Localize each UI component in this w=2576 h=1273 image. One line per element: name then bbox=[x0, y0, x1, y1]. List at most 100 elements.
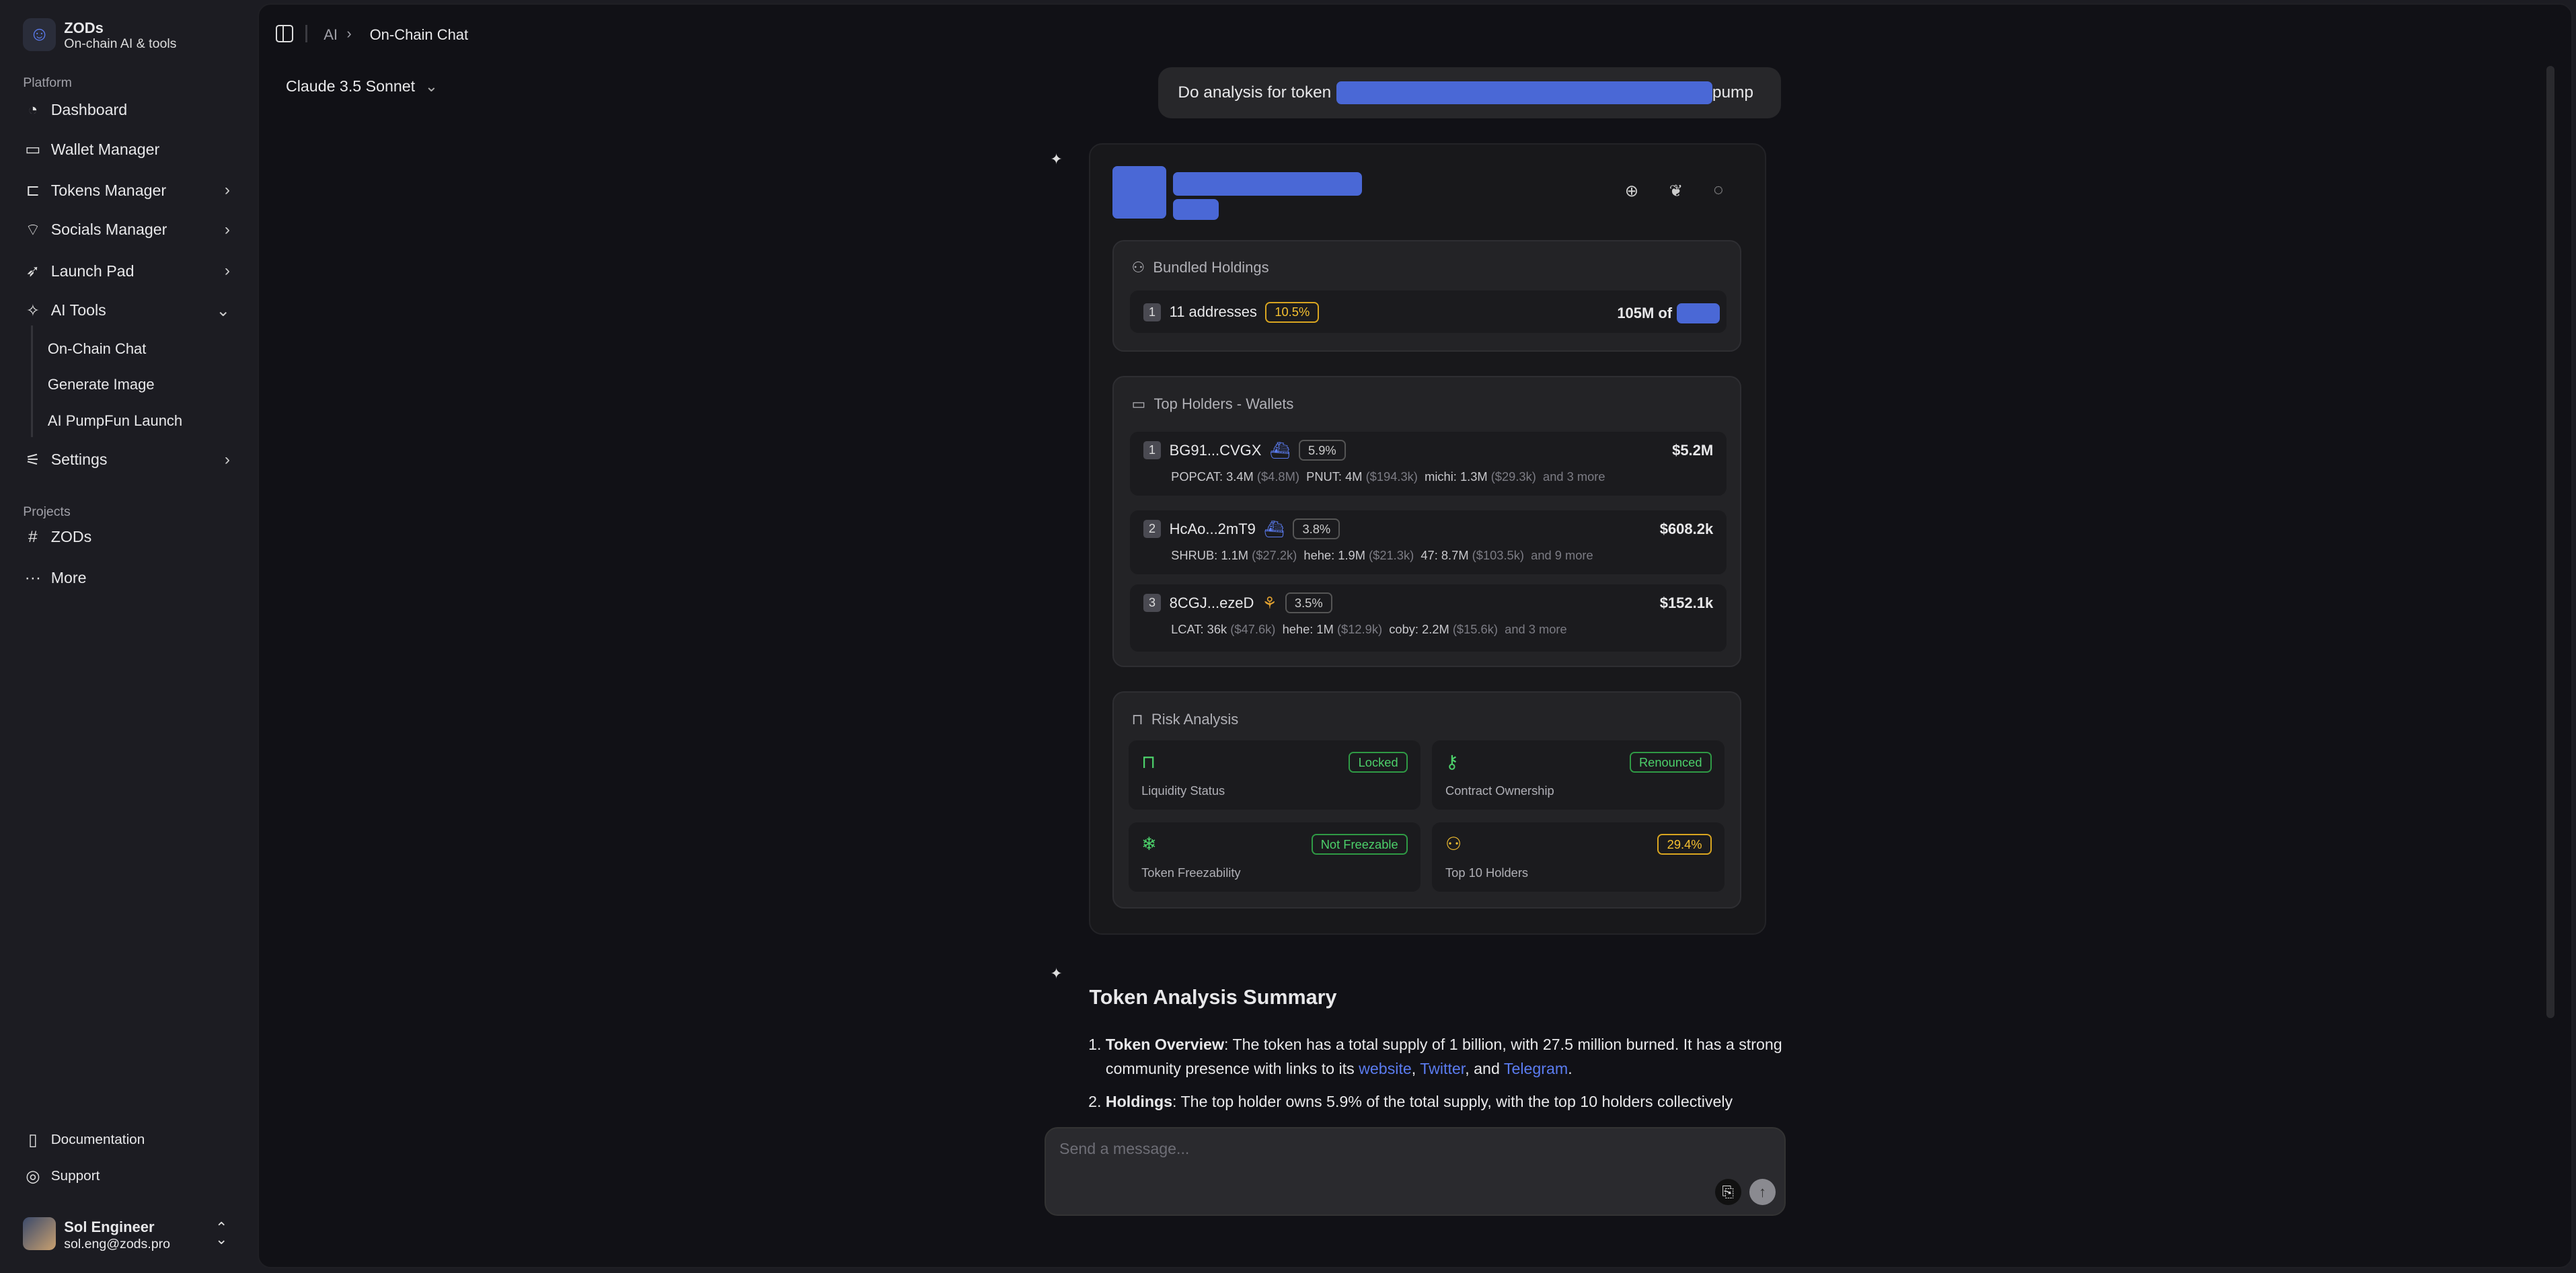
brand-tagline: On-chain AI & tools bbox=[64, 36, 177, 51]
chevron-down-icon: ⌄ bbox=[216, 301, 230, 320]
sidebar-item-tokens-manager[interactable]: ⊏ Tokens Manager › bbox=[23, 174, 233, 207]
token-amount: 47: 8.7M bbox=[1420, 548, 1469, 563]
sidebar-item-dashboard[interactable]: ◔ Dashboard bbox=[23, 93, 233, 126]
users-icon: ⚇ bbox=[1131, 259, 1145, 276]
token-name-redacted bbox=[1173, 172, 1362, 196]
sidebar-item-wallet-manager[interactable]: ▭ Wallet Manager bbox=[23, 133, 233, 166]
risk-analysis-panel: ⊓ Risk Analysis ⊓ Locked Liquidity Status… bbox=[1112, 691, 1742, 909]
submenu-line bbox=[31, 325, 33, 437]
status-badge: 29.4% bbox=[1657, 834, 1712, 855]
scrollbar[interactable] bbox=[2546, 65, 2555, 1019]
website-link[interactable]: website bbox=[1359, 1060, 1412, 1077]
holder-value: $5.2M bbox=[1672, 441, 1714, 459]
project-zods[interactable]: # ZODs bbox=[23, 520, 233, 553]
sidebar-documentation[interactable]: ▯ Documentation bbox=[23, 1124, 233, 1157]
sidebar-item-ai-tools[interactable]: ✧ AI Tools ⌄ bbox=[23, 294, 233, 327]
token-holding: LCAT: 36k ($47.6k) bbox=[1171, 622, 1275, 636]
token-value: ($103.5k) bbox=[1472, 548, 1524, 563]
wallet-icon: ▭ bbox=[1131, 395, 1146, 413]
token-holding: PNUT: 4M ($194.3k) bbox=[1306, 469, 1418, 484]
sidebar-item-settings[interactable]: ⚟ Settings › bbox=[23, 444, 233, 477]
redacted-supply bbox=[1677, 303, 1720, 323]
status-badge: Renounced bbox=[1629, 752, 1712, 773]
breadcrumb-separator-icon: › bbox=[346, 24, 352, 42]
message-input[interactable] bbox=[1056, 1138, 1720, 1160]
twitter-icon[interactable]: ❦ bbox=[1669, 181, 1683, 201]
sparkles-icon: ✧ bbox=[26, 301, 40, 320]
token-value: ($12.9k) bbox=[1336, 622, 1383, 637]
item-heading: Holdings bbox=[1105, 1093, 1173, 1111]
rank: 2 bbox=[1143, 520, 1162, 539]
risk-label: Liquidity Status bbox=[1141, 783, 1225, 798]
risk-label: Top 10 Holders bbox=[1445, 865, 1529, 880]
sidebar-item-launch-pad[interactable]: ➶ Launch Pad › bbox=[23, 255, 233, 288]
frame-icon: # bbox=[28, 527, 38, 546]
panel-title: Bundled Holdings bbox=[1153, 259, 1269, 276]
life-buoy-icon: ◎ bbox=[26, 1167, 40, 1186]
message-composer: ⎘ ↑ bbox=[1045, 1126, 1786, 1216]
assistant-sparkle-icon: ✦ bbox=[1050, 965, 1063, 982]
token-amount: LCAT: 36k bbox=[1171, 622, 1227, 637]
summary-item: Holdings: The top holder owns 5.9% of th… bbox=[1106, 1089, 1788, 1114]
holder-row[interactable]: 2 HcAo...2mT9 ⛴ 3.8% $608.2k SHRUB: 1.1M ($… bbox=[1130, 510, 1727, 575]
logo-icon: ☺ bbox=[23, 17, 56, 51]
rank: 3 bbox=[1143, 594, 1162, 613]
pct-badge: 3.8% bbox=[1293, 518, 1340, 540]
arrow-up-icon[interactable]: ↑ bbox=[1749, 1179, 1776, 1206]
message-circle-icon[interactable]: ◌ bbox=[1714, 181, 1724, 200]
holder-row[interactable]: 3 8CGJ...ezeD ⚘ 3.5% $152.1k LCAT: 36k ($47… bbox=[1130, 584, 1727, 652]
telegram-link[interactable]: Telegram bbox=[1504, 1060, 1568, 1077]
paperclip-icon[interactable]: ⎘ bbox=[1714, 1179, 1741, 1206]
avatar[interactable] bbox=[23, 1217, 56, 1250]
risk-cell: ⚷ Renounced Contract Ownership bbox=[1432, 740, 1725, 810]
sep: , bbox=[1411, 1060, 1420, 1078]
sidebar-item-socials-manager[interactable]: ⌔ Socials Manager › bbox=[23, 214, 233, 247]
risk-label: Contract Ownership bbox=[1445, 783, 1554, 798]
token-value: ($47.6k) bbox=[1230, 622, 1276, 637]
globe-icon[interactable]: ⊕ bbox=[1625, 181, 1638, 201]
assistant-sparkle-icon: ✦ bbox=[1050, 150, 1063, 167]
breadcrumb-current: On-Chain Chat bbox=[369, 26, 469, 44]
token-amount: PNUT: 4M bbox=[1306, 469, 1363, 484]
chevron-down-icon: ⌄ bbox=[424, 77, 439, 95]
pie-chart-icon: ◔ bbox=[28, 100, 38, 119]
wallet-address[interactable]: 8CGJ...ezeD bbox=[1170, 594, 1254, 612]
chevron-right-icon: › bbox=[224, 220, 230, 239]
label: Dashboard bbox=[50, 101, 128, 119]
key-icon: ⚷ bbox=[1445, 752, 1459, 773]
model-selector[interactable]: Claude 3.5 Sonnet ⌄ bbox=[286, 77, 438, 95]
bundled-row: 1 11 addresses 10.5% 105M of bbox=[1130, 290, 1727, 334]
sidebar-subitem-ai-pumpfun-launch[interactable]: AI PumpFun Launch bbox=[48, 412, 182, 430]
token-value: ($27.2k) bbox=[1252, 548, 1297, 563]
sidebar-subitem-generate-image[interactable]: Generate Image bbox=[48, 376, 155, 393]
analysis-summary: Token Analysis Summary Token Overview: T… bbox=[1089, 986, 1787, 1123]
token-amount: hehe: 1.9M bbox=[1303, 548, 1365, 563]
sliders-icon: ⚟ bbox=[25, 451, 40, 469]
risk-label: Token Freezability bbox=[1141, 865, 1241, 880]
token-value: ($4.8M) bbox=[1256, 469, 1299, 484]
label: Launch Pad bbox=[50, 262, 135, 280]
users-icon: ⚇ bbox=[1445, 834, 1462, 855]
twitter-link[interactable]: Twitter bbox=[1420, 1060, 1465, 1077]
pct-badge: 3.5% bbox=[1285, 592, 1332, 614]
lock-icon: ⊓ bbox=[1141, 752, 1156, 773]
top-holders-panel: ▭ Top Holders - Wallets 1 BG91...CVGX ⛴ 5.9%… bbox=[1112, 376, 1742, 667]
sidebar-subitem-on-chain-chat[interactable]: On-Chain Chat bbox=[48, 340, 147, 358]
divider bbox=[305, 24, 307, 43]
book-icon: ▯ bbox=[28, 1131, 38, 1150]
sidebar-toggle-icon[interactable] bbox=[276, 24, 294, 42]
wallet-address[interactable]: HcAo...2mT9 bbox=[1170, 520, 1256, 538]
chevrons-up-down-icon[interactable]: ⌃ ⌄ bbox=[215, 1221, 227, 1247]
label: Tokens Manager bbox=[50, 181, 167, 199]
label: Documentation bbox=[50, 1132, 145, 1148]
wallet-address[interactable]: BG91...CVGX bbox=[1170, 442, 1262, 459]
breadcrumb-ai[interactable]: AI bbox=[324, 26, 338, 44]
holder-row[interactable]: 1 BG91...CVGX ⛴ 5.9% $5.2M POPCAT: 3.4M ($4… bbox=[1130, 431, 1727, 496]
sidebar-support[interactable]: ◎ Support bbox=[23, 1159, 233, 1192]
rank: 1 bbox=[1143, 441, 1162, 459]
label: Socials Manager bbox=[50, 221, 167, 239]
more-button[interactable]: ··· More bbox=[23, 562, 233, 594]
item-heading: Token Overview bbox=[1105, 1035, 1224, 1053]
panel-title: Risk Analysis bbox=[1151, 711, 1239, 728]
token-value: ($21.3k) bbox=[1369, 548, 1414, 563]
